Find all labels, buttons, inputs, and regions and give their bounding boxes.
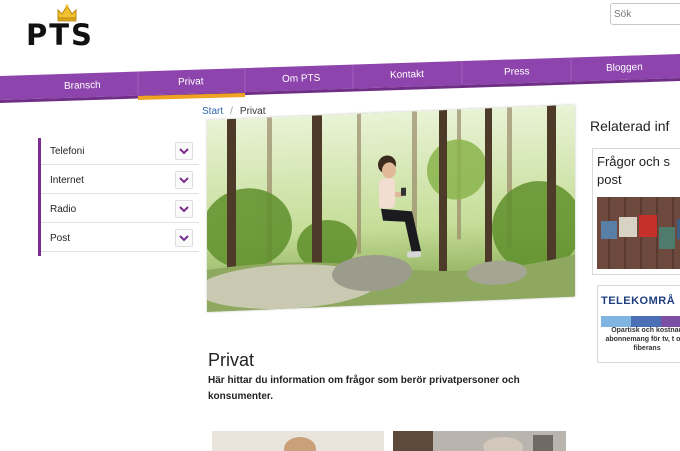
search-input[interactable] bbox=[614, 5, 674, 24]
breadcrumb-separator: / bbox=[230, 106, 233, 117]
related-card-title: Frågor och s post bbox=[597, 154, 670, 187]
nav-item-bloggen[interactable]: Bloggen bbox=[606, 62, 643, 74]
chevron-down-icon[interactable] bbox=[175, 142, 193, 160]
mailboxes-image bbox=[597, 197, 680, 269]
chevron-down-icon[interactable] bbox=[175, 171, 193, 189]
nav-item-press[interactable]: Press bbox=[504, 66, 530, 78]
pts-logo[interactable]: PTS bbox=[26, 4, 116, 52]
logo-text: PTS bbox=[26, 18, 94, 52]
nav-item-om-pts[interactable]: Om PTS bbox=[282, 73, 321, 85]
related-card-title: TELEKOMRÅ bbox=[601, 295, 676, 307]
article-thumbnail[interactable] bbox=[393, 431, 566, 451]
article-thumbnail[interactable] bbox=[212, 431, 384, 451]
page-title: Privat bbox=[208, 350, 255, 370]
nav-item-kontakt[interactable]: Kontakt bbox=[390, 69, 424, 81]
sidebar-item-label: Telefoni bbox=[50, 146, 85, 157]
breadcrumb-home-link[interactable]: Start bbox=[202, 106, 223, 117]
sidebar-item-label: Post bbox=[50, 233, 71, 244]
breadcrumb: Start / Privat bbox=[202, 106, 265, 117]
sidebar-item-label: Radio bbox=[50, 204, 77, 215]
related-card-text: Opartisk och kostnad abonnemang för tv, … bbox=[605, 327, 680, 352]
color-bars bbox=[601, 314, 680, 327]
sidebar-item-radio[interactable]: Radio bbox=[41, 196, 199, 223]
intro-text: Här hittar du information om frågor som … bbox=[208, 375, 520, 402]
chevron-down-icon[interactable] bbox=[175, 229, 193, 247]
hero-image bbox=[207, 104, 575, 312]
related-heading: Relaterad inf bbox=[590, 118, 670, 134]
nav-background bbox=[0, 54, 680, 103]
sidebar-item-post[interactable]: Post bbox=[41, 225, 199, 252]
nav-item-bransch[interactable]: Bransch bbox=[64, 80, 101, 92]
sidebar-menu: Telefoni Internet Radio Post bbox=[38, 138, 201, 256]
breadcrumb-current: Privat bbox=[239, 106, 266, 117]
main-navigation: Bransch Privat Om PTS Kontakt Press Blog… bbox=[0, 54, 680, 104]
chevron-down-icon[interactable] bbox=[175, 200, 193, 218]
search-box[interactable] bbox=[610, 3, 680, 25]
sidebar-item-telefoni[interactable]: Telefoni bbox=[41, 138, 199, 165]
sidebar-item-internet[interactable]: Internet bbox=[41, 167, 199, 194]
related-card-telekom[interactable]: TELEKOMRÅ Opartisk och kostnad abonneman… bbox=[597, 285, 680, 363]
sidebar-item-label: Internet bbox=[50, 175, 84, 186]
related-card-post[interactable]: Frågor och s post bbox=[592, 148, 680, 275]
nav-item-privat[interactable]: Privat bbox=[178, 76, 204, 88]
